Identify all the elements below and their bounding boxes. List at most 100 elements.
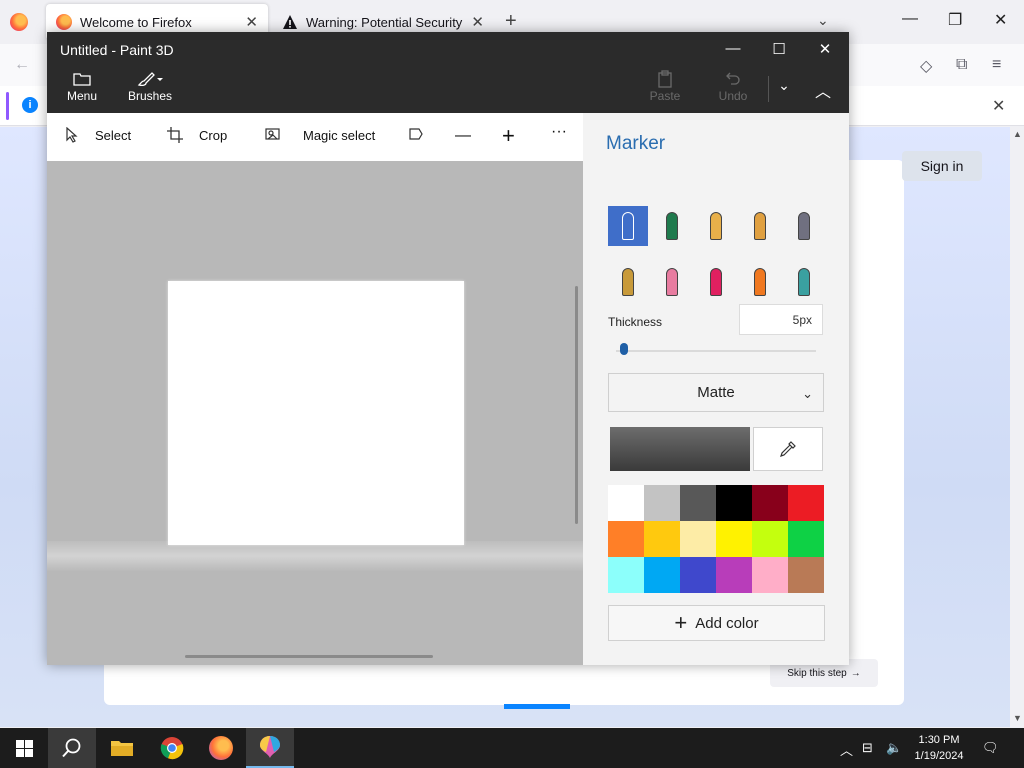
horizontal-scrollbar[interactable] xyxy=(185,655,433,658)
palette-swatch[interactable] xyxy=(680,557,716,593)
show-hidden-icons-chevron[interactable]: ︿ xyxy=(840,740,853,759)
firefox-menu-icon[interactable] xyxy=(10,13,28,31)
undo-icon xyxy=(726,72,740,85)
taskbar-clock[interactable]: 1:30 PM 1/19/2024 xyxy=(910,732,968,764)
start-button[interactable] xyxy=(0,728,48,768)
maximize-button[interactable]: ☐ xyxy=(769,40,789,58)
marker-icon xyxy=(622,212,634,240)
chrome-icon xyxy=(160,737,184,760)
finish-dropdown[interactable]: Matte ⌄ xyxy=(608,373,824,412)
palette-swatch[interactable] xyxy=(644,521,680,557)
palette-swatch[interactable] xyxy=(608,521,644,557)
fill-icon xyxy=(798,268,810,296)
close-window-button[interactable]: ✕ xyxy=(994,10,1007,30)
extensions-icon[interactable]: ⧉ xyxy=(956,56,967,74)
brush-calligraphy-pen[interactable] xyxy=(652,206,692,246)
palette-swatch[interactable] xyxy=(716,485,752,521)
palette-swatch[interactable] xyxy=(716,557,752,593)
zoom-in-icon[interactable]: + xyxy=(502,123,515,149)
notifications-icon[interactable]: 🗨 xyxy=(982,740,999,756)
finish-value: Matte xyxy=(697,384,735,401)
eyedropper-button[interactable] xyxy=(753,427,823,471)
current-color-swatch[interactable] xyxy=(610,427,750,471)
thickness-input[interactable]: 5px xyxy=(739,304,823,335)
taskbar-file-explorer[interactable] xyxy=(98,728,146,768)
taskbar-firefox[interactable] xyxy=(197,728,245,768)
network-icon[interactable]: ⊟ xyxy=(862,740,873,756)
brush-oil-brush[interactable] xyxy=(696,206,736,246)
zoom-out-icon[interactable]: — xyxy=(455,127,471,145)
sign-in-button[interactable]: Sign in xyxy=(902,151,982,181)
restore-window-button[interactable]: ❐ xyxy=(948,10,962,30)
minimize-window-button[interactable]: — xyxy=(902,10,918,28)
brushes-label: Brushes xyxy=(127,89,173,103)
thickness-slider-track[interactable] xyxy=(616,350,816,352)
watercolor-icon xyxy=(754,212,766,240)
back-arrow-icon[interactable]: ← xyxy=(14,56,30,74)
thickness-slider-thumb[interactable] xyxy=(620,343,628,355)
undo-label: Undo xyxy=(718,89,748,103)
taskbar-chrome[interactable] xyxy=(148,728,196,768)
pocket-icon[interactable]: ◇ xyxy=(920,56,932,76)
palette-swatch[interactable] xyxy=(644,557,680,593)
pixel-pen-icon xyxy=(798,212,810,240)
magic-select-tool[interactable]: Magic select xyxy=(265,127,375,143)
taskbar-paint3d[interactable] xyxy=(246,728,294,768)
warning-icon xyxy=(283,15,297,29)
close-notification-icon[interactable]: ✕ xyxy=(992,96,1005,116)
brush-marker[interactable] xyxy=(608,206,648,246)
list-all-tabs-icon[interactable]: ⌄ xyxy=(817,12,829,29)
app-menu-icon[interactable]: ≡ xyxy=(992,56,1001,74)
close-button[interactable]: ✕ xyxy=(815,40,835,58)
palette-swatch[interactable] xyxy=(788,485,824,521)
crop-tool[interactable]: Crop xyxy=(167,127,227,143)
page-scrollbar[interactable]: ▲ ▼ xyxy=(1010,127,1024,727)
brush-fill[interactable] xyxy=(784,262,824,302)
brush-spray-can[interactable] xyxy=(740,262,780,302)
brush-watercolor[interactable] xyxy=(740,206,780,246)
palette-swatch[interactable] xyxy=(680,485,716,521)
palette-swatch[interactable] xyxy=(788,521,824,557)
palette-swatch[interactable] xyxy=(716,521,752,557)
palette-swatch[interactable] xyxy=(752,557,788,593)
palette-swatch[interactable] xyxy=(608,485,644,521)
undo-button[interactable]: Undo xyxy=(715,69,751,109)
canvas-workspace[interactable] xyxy=(47,161,583,665)
select-tool[interactable]: Select xyxy=(65,127,131,143)
view-3d-button[interactable] xyxy=(408,127,424,143)
add-color-button[interactable]: + Add color xyxy=(608,605,825,641)
menu-button[interactable]: Menu xyxy=(64,69,100,109)
magic-select-label: Magic select xyxy=(303,127,376,143)
search-button[interactable] xyxy=(48,728,96,768)
eyedropper-icon xyxy=(780,441,796,457)
paste-label: Paste xyxy=(649,89,681,103)
paste-button[interactable]: Paste xyxy=(647,69,683,109)
scroll-up-icon[interactable]: ▲ xyxy=(1013,129,1022,139)
close-tab-icon[interactable]: ✕ xyxy=(245,13,258,31)
close-tab-icon[interactable]: ✕ xyxy=(471,13,484,31)
folder-icon xyxy=(73,73,91,86)
palette-swatch[interactable] xyxy=(644,485,680,521)
volume-muted-icon[interactable]: 🔈 xyxy=(886,740,902,756)
palette-swatch[interactable] xyxy=(680,521,716,557)
scroll-down-icon[interactable]: ▼ xyxy=(1013,713,1022,723)
brush-eraser[interactable] xyxy=(652,262,692,302)
minimize-button[interactable]: — xyxy=(723,40,743,57)
brush-pencil[interactable] xyxy=(608,262,648,302)
collapse-ribbon-icon[interactable]: ︿ xyxy=(813,78,833,118)
brush-pixel-pen[interactable] xyxy=(784,206,824,246)
brushes-button[interactable]: Brushes xyxy=(127,69,173,109)
palette-swatch[interactable] xyxy=(752,485,788,521)
vertical-scrollbar[interactable] xyxy=(575,286,578,524)
spray-can-icon xyxy=(754,268,766,296)
history-dropdown-icon[interactable]: ⌄ xyxy=(777,77,791,117)
new-tab-button[interactable]: + xyxy=(505,10,517,33)
palette-swatch[interactable] xyxy=(788,557,824,593)
more-options-icon[interactable]: ··· xyxy=(551,123,567,141)
drawing-canvas[interactable] xyxy=(168,281,464,545)
cursor-arrow-icon xyxy=(66,127,78,143)
palette-swatch[interactable] xyxy=(752,521,788,557)
brush-crayon[interactable] xyxy=(696,262,736,302)
calligraphy-pen-icon xyxy=(666,212,678,240)
palette-swatch[interactable] xyxy=(608,557,644,593)
